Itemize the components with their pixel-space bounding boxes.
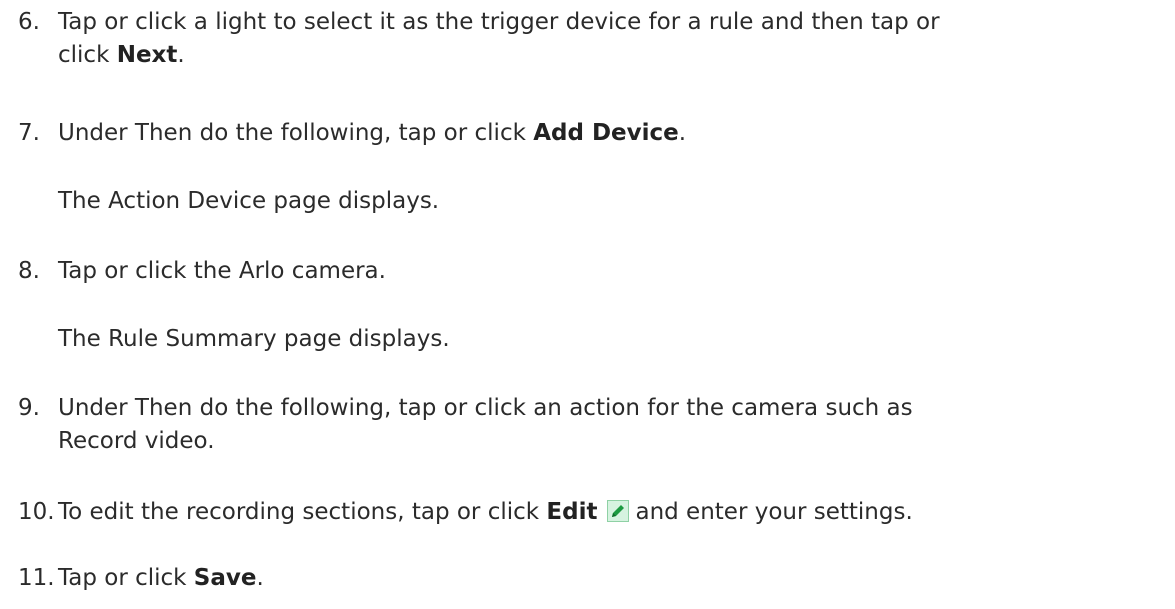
step-text: Tap or click xyxy=(58,565,194,591)
step-number: 10. xyxy=(18,499,55,525)
edit-label: Edit xyxy=(546,499,598,525)
step-7: 7. Under Then do the following, tap or cl… xyxy=(18,117,1168,150)
step-text: Under Then do the following, tap or clic… xyxy=(58,120,534,146)
step-number: 7. xyxy=(18,120,40,146)
step-11: 11. Tap or click Save. xyxy=(18,562,1168,595)
step-6: 6. Tap or click a light to select it as t… xyxy=(18,6,1168,72)
step-number: 6. xyxy=(18,9,40,35)
step-number: 11. xyxy=(18,565,55,591)
save-label: Save xyxy=(193,565,257,591)
next-label: Next xyxy=(116,42,178,68)
step-number: 9. xyxy=(18,395,40,421)
step-punct: . xyxy=(678,120,687,146)
step-text: Under Then do the following, tap or clic… xyxy=(58,395,913,421)
note-rule-summary: The Rule Summary page displays. xyxy=(58,326,450,352)
instructions-document: 6. Tap or click a light to select it as t… xyxy=(0,0,1175,609)
step-10: 10. To edit the recording sections, tap o… xyxy=(18,496,1168,529)
step-text: Tap or click the Arlo camera. xyxy=(58,258,386,284)
step-9: 9. Under Then do the following, tap or cl… xyxy=(18,392,1168,458)
step-8: 8. Tap or click the Arlo camera. xyxy=(18,255,1168,288)
edit-pencil-icon xyxy=(607,499,630,522)
add-device-label: Add Device xyxy=(533,120,679,146)
step-punct: . xyxy=(256,565,264,591)
step-punct: . xyxy=(177,42,185,68)
step-text: To edit the recording sections, tap or c… xyxy=(58,499,547,525)
note-action-device: The Action Device page displays. xyxy=(58,188,440,214)
step-text: Tap or click a light to select it as the… xyxy=(58,9,940,35)
step-number: 8. xyxy=(18,258,40,284)
step-text-cont: and enter your settings. xyxy=(635,499,913,525)
step-text-cont: click xyxy=(58,42,117,68)
step-text-cont: Record video. xyxy=(58,428,215,454)
